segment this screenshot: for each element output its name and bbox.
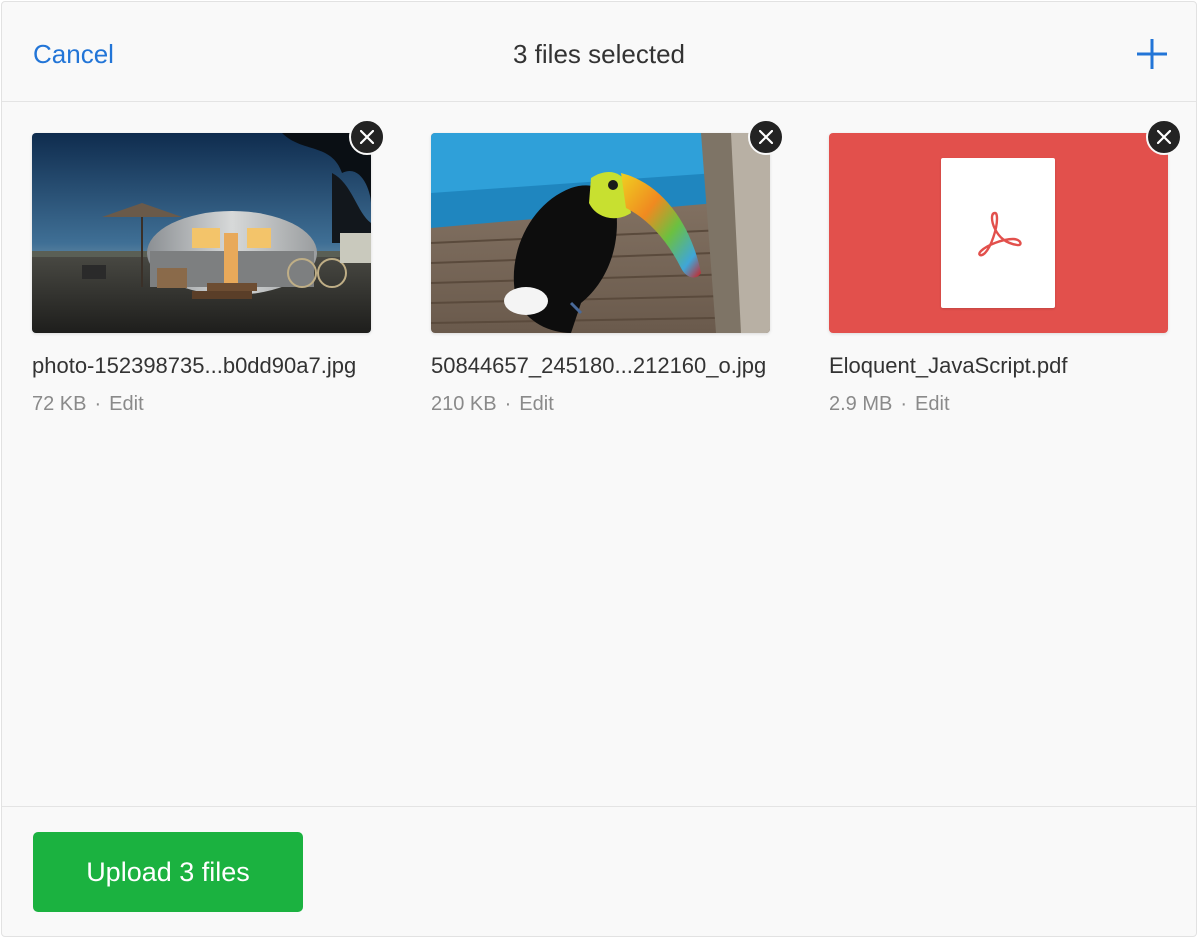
meta-separator: · — [504, 393, 512, 415]
file-size: 72 KB — [32, 393, 87, 415]
pdf-page — [941, 158, 1055, 308]
toucan-photo — [431, 133, 770, 333]
file-name: photo-152398735...b0dd90a7.jpg — [32, 353, 357, 378]
close-icon — [759, 130, 773, 144]
dialog-header: Cancel 3 files selected — [2, 2, 1196, 102]
camper-trailer-photo — [32, 133, 371, 333]
remove-file-button[interactable] — [1146, 119, 1182, 155]
file-thumbnail[interactable] — [431, 119, 784, 333]
add-more-button[interactable] — [1136, 38, 1168, 70]
file-meta: 210 KB · Edit — [431, 391, 770, 417]
file-name: 50844657_245180...212160_o.jpg — [431, 353, 767, 378]
close-icon — [360, 130, 374, 144]
upload-button[interactable]: Upload 3 files — [33, 832, 303, 912]
file-list: photo-152398735...b0dd90a7.jpg 72 KB · Edi… — [2, 102, 1196, 806]
file-name: Eloquent_JavaScript.pdf — [829, 353, 1068, 378]
meta-separator: · — [94, 393, 102, 415]
file-thumbnail[interactable] — [32, 119, 385, 333]
file-item: 50844657_245180...212160_o.jpg 210 KB · Ed… — [431, 119, 784, 417]
edit-file-link[interactable]: Edit — [915, 393, 949, 415]
file-item: photo-152398735...b0dd90a7.jpg 72 KB · Edi… — [32, 119, 385, 417]
close-icon — [1157, 130, 1171, 144]
edit-file-link[interactable]: Edit — [519, 393, 553, 415]
pdf-preview-tile — [829, 133, 1168, 333]
plus-icon — [1137, 39, 1167, 69]
upload-dialog: Cancel 3 files selected photo-152398735.… — [1, 1, 1197, 937]
pdf-icon — [978, 211, 1022, 257]
file-meta: 2.9 MB · Edit — [829, 391, 1168, 417]
meta-separator: · — [900, 393, 908, 415]
edit-file-link[interactable]: Edit — [109, 393, 143, 415]
file-meta: 72 KB · Edit — [32, 391, 371, 417]
file-item: Eloquent_JavaScript.pdf 2.9 MB · Edit — [829, 119, 1182, 417]
file-size: 2.9 MB — [829, 393, 893, 415]
dialog-footer: Upload 3 files — [2, 806, 1196, 936]
dialog-title: 3 files selected — [513, 39, 685, 69]
file-size: 210 KB — [431, 393, 497, 415]
remove-file-button[interactable] — [748, 119, 784, 155]
remove-file-button[interactable] — [349, 119, 385, 155]
file-thumbnail[interactable] — [829, 119, 1182, 333]
